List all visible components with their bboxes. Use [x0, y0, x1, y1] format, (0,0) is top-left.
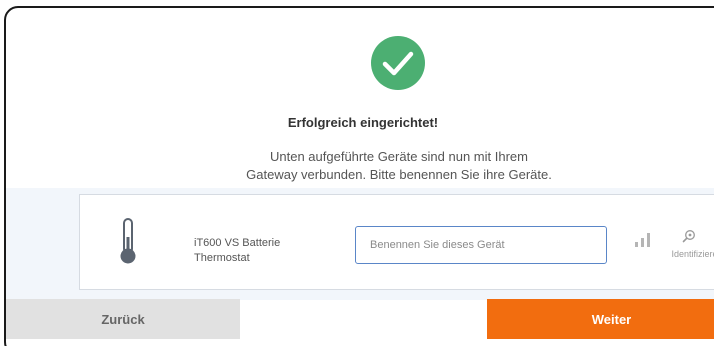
thermometer-icon: [118, 217, 138, 265]
signal-strength-icon: [634, 232, 652, 248]
device-list: iT600 VS Batterie Thermostat Benennen Si…: [6, 188, 714, 300]
back-button[interactable]: Zurück: [6, 299, 240, 339]
device-name-line-2: Thermostat: [194, 252, 250, 264]
description-line-2: Gateway verbunden. Bitte benennen Sie ih…: [246, 167, 552, 182]
device-row: iT600 VS Batterie Thermostat Benennen Si…: [79, 194, 714, 290]
device-name: iT600 VS Batterie Thermostat: [194, 236, 334, 266]
success-checkmark-icon: [370, 35, 426, 91]
setup-success-dialog: Erfolgreich eingerichtet! Unten aufgefüh…: [4, 6, 714, 346]
identify-label: Identifizieren: [671, 249, 714, 259]
identify-button[interactable]: Identifizieren: [662, 229, 714, 269]
dialog-title: Erfolgreich eingerichtet!: [287, 115, 439, 130]
dialog-description: Unten aufgeführte Geräte sind nun mit Ih…: [6, 148, 714, 184]
next-button[interactable]: Weiter: [487, 299, 714, 339]
description-line-1: Unten aufgeführte Geräte sind nun mit Ih…: [270, 149, 528, 164]
magnifier-icon: [682, 229, 696, 243]
device-name-input[interactable]: [355, 226, 607, 264]
device-name-line-1: iT600 VS Batterie: [194, 237, 281, 249]
